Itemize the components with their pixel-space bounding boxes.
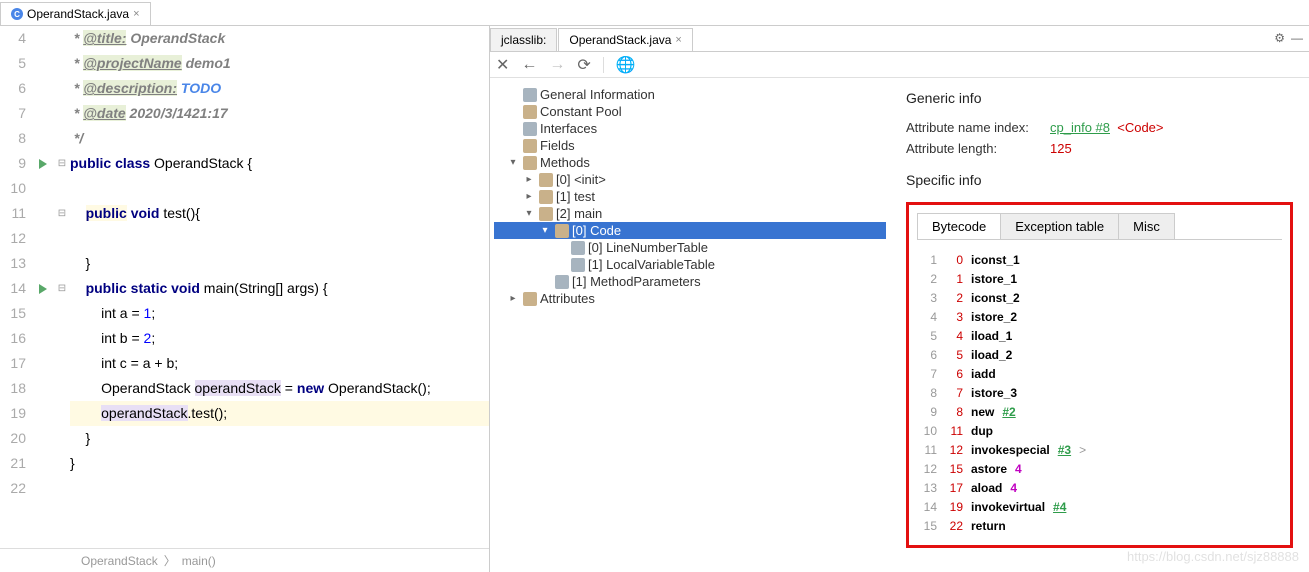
close-icon[interactable]: ✕ — [496, 55, 509, 75]
bytecode-row[interactable]: 1112invokespecial #3 > — [921, 440, 1278, 459]
bytecode-row[interactable]: 1522return — [921, 516, 1278, 535]
jclasslib-tab-bar: jclasslib: OperandStack.java× ⚙ — — [490, 26, 1309, 52]
bytecode-row[interactable]: 10iconst_1 — [921, 250, 1278, 269]
line-gutter: 45678910111213141516171819202122 — [0, 26, 32, 548]
bytecode-row[interactable]: 1011dup — [921, 421, 1278, 440]
bytecode-panel: Bytecode Exception table Misc 10iconst_1… — [906, 202, 1293, 548]
bytecode-row[interactable]: 1215astore 4 — [921, 459, 1278, 478]
tree-method-main[interactable]: ▾[2] main — [494, 205, 886, 222]
bytecode-row[interactable]: 21istore_1 — [921, 269, 1278, 288]
fold-toggle[interactable]: ⊟ — [54, 276, 70, 301]
attr-length-value: 125 — [1050, 141, 1072, 156]
specific-info-title: Specific info — [906, 172, 1293, 188]
bytecode-row[interactable]: 1317aload 4 — [921, 478, 1278, 497]
tree-lnt[interactable]: [0] LineNumberTable — [494, 239, 886, 256]
back-icon[interactable]: ← — [521, 56, 537, 74]
jclasslib-toolbar: ✕ ← → ⟳ 🌐 — [490, 52, 1309, 78]
generic-info-title: Generic info — [906, 90, 1293, 106]
bytecode-row[interactable]: 54iload_1 — [921, 326, 1278, 345]
tab-bytecode[interactable]: Bytecode — [917, 213, 1001, 239]
gear-icon[interactable]: ⚙ — [1274, 31, 1285, 45]
code-editor[interactable]: 45678910111213141516171819202122 ⊟ ⊟ ⊟ *… — [0, 26, 489, 548]
editor-tab-bar: OperandStack.java × — [0, 0, 1309, 26]
run-marker-gutter — [32, 26, 54, 548]
tab-operandstack-java[interactable]: OperandStack.java × — [0, 2, 151, 25]
main-area: 45678910111213141516171819202122 ⊟ ⊟ ⊟ *… — [0, 26, 1309, 572]
globe-icon[interactable]: 🌐 — [616, 55, 636, 75]
bytecode-row[interactable]: 76iadd — [921, 364, 1278, 383]
java-class-icon — [11, 8, 23, 20]
minimize-icon[interactable]: — — [1291, 31, 1303, 45]
fold-toggle[interactable]: ⊟ — [54, 151, 70, 176]
bytecode-tabs: Bytecode Exception table Misc — [917, 213, 1282, 240]
bytecode-row[interactable]: 32iconst_2 — [921, 288, 1278, 307]
run-icon[interactable] — [39, 159, 47, 169]
bytecode-row[interactable]: 1419invokevirtual #4 — [921, 497, 1278, 516]
attr-name-index-label: Attribute name index: — [906, 120, 1040, 135]
editor-pane: 45678910111213141516171819202122 ⊟ ⊟ ⊟ *… — [0, 26, 490, 572]
tab-exception-table[interactable]: Exception table — [1000, 213, 1119, 239]
tree-interfaces[interactable]: Interfaces — [494, 120, 886, 137]
code-body[interactable]: * @title: OperandStack * @projectName de… — [70, 26, 489, 548]
tab-jclasslib[interactable]: jclasslib: — [490, 28, 557, 51]
tree-method-test[interactable]: ▸[1] test — [494, 188, 886, 205]
tab-jclasslib-file[interactable]: OperandStack.java× — [558, 28, 693, 51]
close-icon[interactable]: × — [675, 34, 681, 46]
refresh-icon[interactable]: ⟳ — [577, 55, 590, 75]
bytecode-row[interactable]: 43istore_2 — [921, 307, 1278, 326]
tree-attributes[interactable]: ▸Attributes — [494, 290, 886, 307]
fold-gutter: ⊟ ⊟ ⊟ — [54, 26, 70, 548]
forward-icon[interactable]: → — [549, 56, 565, 74]
run-icon[interactable] — [39, 284, 47, 294]
tree-general-info[interactable]: General Information — [494, 86, 886, 103]
tree-methods[interactable]: ▾Methods — [494, 154, 886, 171]
tree-method-params[interactable]: [1] MethodParameters — [494, 273, 886, 290]
tab-label: OperandStack.java — [27, 7, 129, 21]
fold-toggle[interactable]: ⊟ — [54, 201, 70, 226]
tree-fields[interactable]: Fields — [494, 137, 886, 154]
tree-lvt[interactable]: [1] LocalVariableTable — [494, 256, 886, 273]
breadcrumb[interactable]: OperandStack〉main() — [0, 548, 489, 572]
bytecode-row[interactable]: 98new #2 — [921, 402, 1278, 421]
bytecode-row[interactable]: 87istore_3 — [921, 383, 1278, 402]
bytecode-row[interactable]: 65iload_2 — [921, 345, 1278, 364]
tree-code-attr[interactable]: ▾[0] Code — [494, 222, 886, 239]
tab-misc[interactable]: Misc — [1118, 213, 1175, 239]
bytecode-list[interactable]: 10iconst_121istore_132iconst_243istore_2… — [917, 240, 1282, 537]
detail-pane: Generic info Attribute name index: cp_in… — [890, 78, 1309, 572]
jclasslib-pane: jclasslib: OperandStack.java× ⚙ — ✕ ← → … — [490, 26, 1309, 572]
close-icon[interactable]: × — [133, 8, 139, 20]
tree-constant-pool[interactable]: Constant Pool — [494, 103, 886, 120]
class-tree[interactable]: General Information Constant Pool Interf… — [490, 78, 890, 572]
attr-length-label: Attribute length: — [906, 141, 1040, 156]
cp-link[interactable]: cp_info #8 — [1050, 120, 1110, 135]
tree-method-init[interactable]: ▸[0] <init> — [494, 171, 886, 188]
